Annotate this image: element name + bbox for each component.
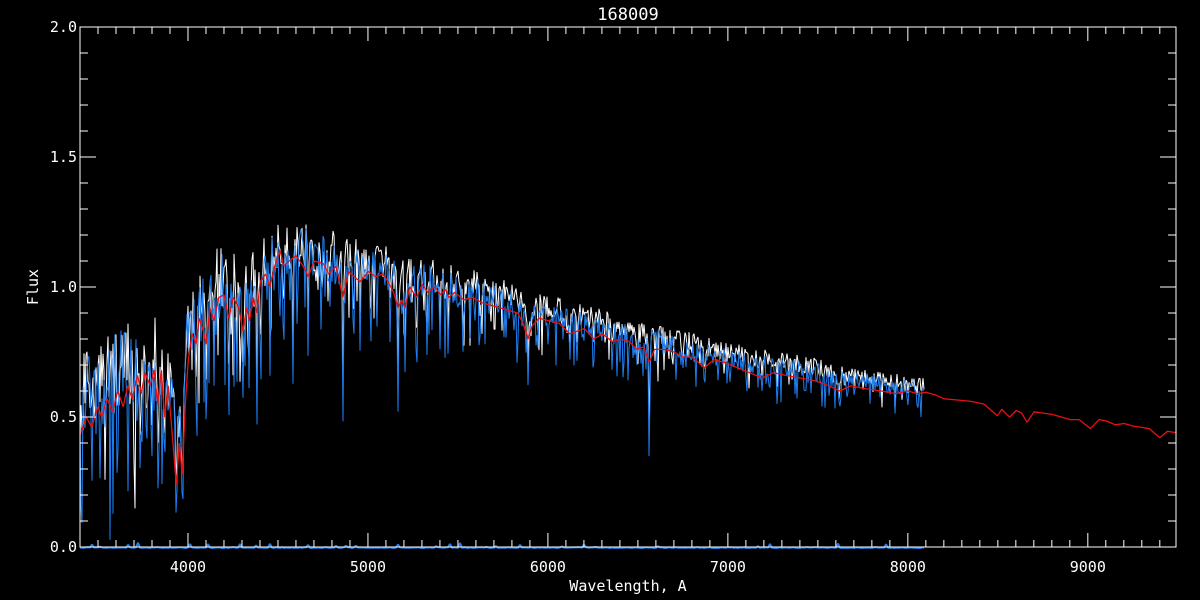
- series-layer: [80, 224, 1177, 549]
- x-tick-label: 4000: [170, 558, 206, 576]
- fitted-spectrum-line: [80, 228, 925, 540]
- spectrum-figure: 4000 5000 6000 7000 8000 9000 0.0 0.5 1.0 1.5 2.0 …: [0, 0, 1200, 600]
- y-tick-label: 1.5: [50, 148, 77, 166]
- y-tick-label: 0.5: [50, 408, 77, 426]
- observed-spectrum-line: [80, 224, 925, 509]
- x-axis-label: Wavelength, A: [569, 577, 686, 595]
- chart-title: 168009: [597, 5, 658, 25]
- x-tick-label: 8000: [890, 558, 926, 576]
- y-axis-label: Flux: [24, 269, 42, 305]
- y-tick-label: 0.0: [50, 538, 77, 556]
- y-tick-label: 1.0: [50, 278, 77, 296]
- plot-frame: [79, 26, 1177, 548]
- chart-canvas: 4000 5000 6000 7000 8000 90000.00.51.01.52.0 …: [24, 5, 1177, 595]
- x-tick-label: 7000: [710, 558, 746, 576]
- x-tick-label: 5000: [350, 558, 386, 576]
- tick-labels: 4000 5000 6000 7000 8000 9000 0.0 0.5 1.0 1.5 2.0: [50, 18, 1106, 576]
- x-tick-label: 9000: [1070, 558, 1106, 576]
- axis-frame: [79, 26, 1177, 548]
- x-tick-label: 6000: [530, 558, 566, 576]
- y-tick-label: 2.0: [50, 18, 77, 36]
